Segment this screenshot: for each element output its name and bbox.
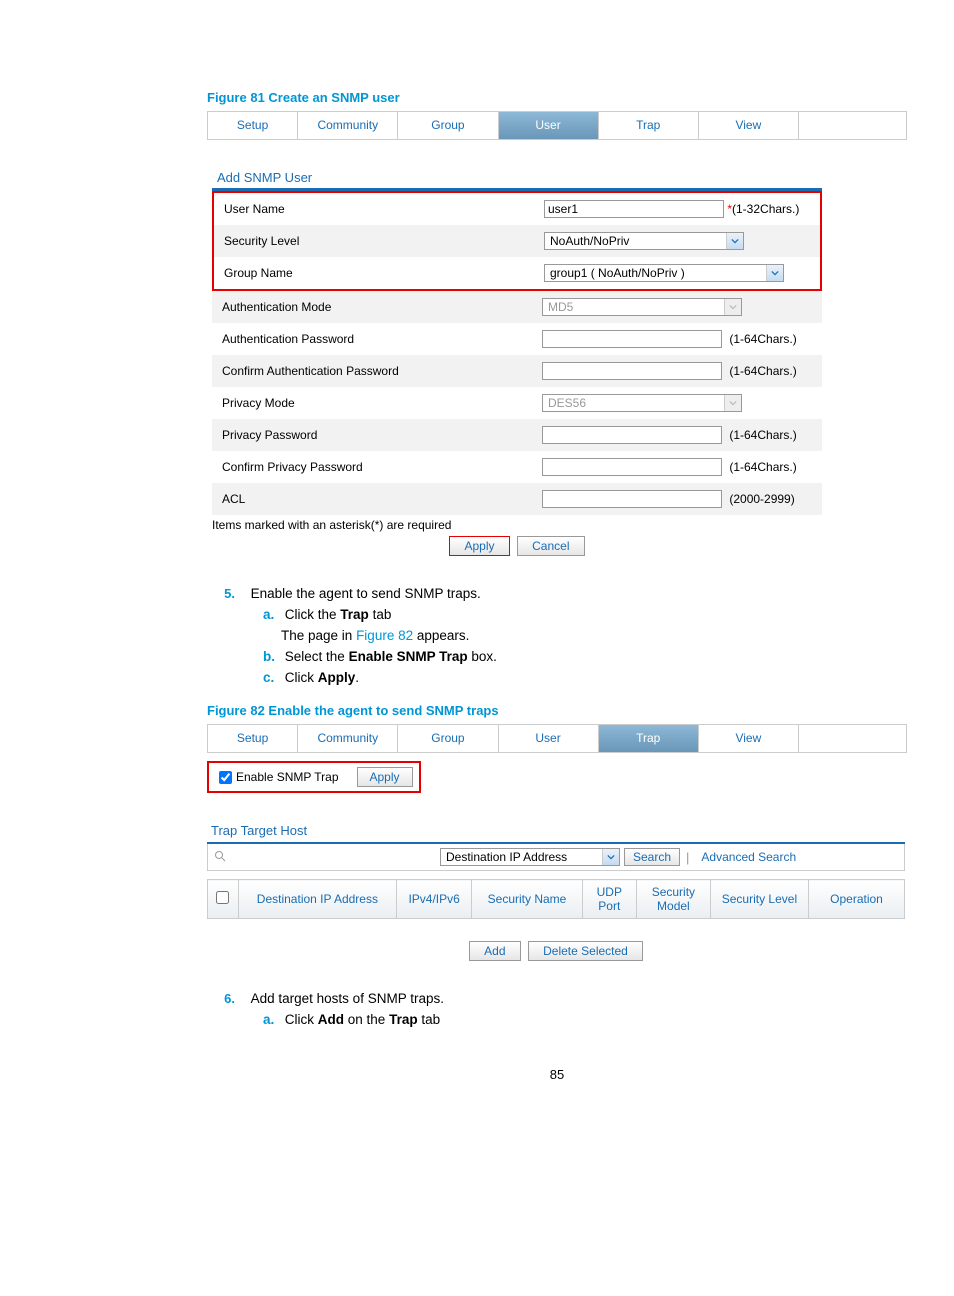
step6-number: 6. bbox=[207, 991, 235, 1006]
col-udp-port: UDP Port bbox=[582, 880, 636, 919]
step5a-text: Click the Trap tab bbox=[285, 607, 392, 622]
acl-hint: (2000-2999) bbox=[725, 492, 794, 506]
step5-number: 5. bbox=[207, 586, 235, 601]
security-level-select[interactable]: NoAuth/NoPriv bbox=[544, 232, 744, 250]
step5a-line2: The page in Figure 82 appears. bbox=[281, 628, 469, 643]
chevron-down-icon bbox=[726, 233, 743, 249]
figure81-caption: Figure 81 Create an SNMP user bbox=[207, 90, 907, 105]
acl-label: ACL bbox=[212, 483, 532, 515]
chevron-down-icon bbox=[724, 395, 741, 411]
tab-trap[interactable]: Trap bbox=[599, 725, 699, 752]
enable-snmp-trap-label: Enable SNMP Trap bbox=[236, 770, 339, 784]
trap-target-table: Destination IP AddressIPv4/IPv6Security … bbox=[207, 879, 905, 919]
snmp-tabs-2: SetupCommunityGroupUserTrapView bbox=[207, 724, 907, 753]
auth-password-input[interactable] bbox=[542, 330, 722, 348]
tab-community[interactable]: Community bbox=[298, 112, 398, 139]
search-row: Destination IP Address Search | Advanced… bbox=[207, 844, 905, 871]
required-note: Items marked with an asterisk(*) are req… bbox=[212, 518, 907, 532]
privacy-password-hint: (1-64Chars.) bbox=[725, 428, 796, 442]
tab-user[interactable]: User bbox=[499, 112, 599, 139]
trap-target-host-title: Trap Target Host bbox=[211, 823, 907, 838]
search-icon bbox=[208, 850, 230, 865]
step5b-text: Select the Enable SNMP Trap box. bbox=[285, 649, 497, 664]
confirm-privacy-password-hint: (1-64Chars.) bbox=[725, 460, 796, 474]
auth-mode-label: Authentication Mode bbox=[212, 291, 532, 323]
cancel-button[interactable]: Cancel bbox=[517, 536, 584, 556]
privacy-mode-select: DES56 bbox=[542, 394, 742, 412]
chevron-down-icon bbox=[724, 299, 741, 315]
confirm-privacy-password-input[interactable] bbox=[542, 458, 722, 476]
page-number: 85 bbox=[207, 1067, 907, 1082]
step6a-letter: a. bbox=[263, 1012, 281, 1027]
user-name-hint: (1-32Chars.) bbox=[732, 202, 799, 216]
col-operation: Operation bbox=[809, 880, 905, 919]
security-level-label: Security Level bbox=[214, 225, 534, 257]
privacy-password-label: Privacy Password bbox=[212, 419, 532, 451]
confirm-auth-password-input[interactable] bbox=[542, 362, 722, 380]
auth-password-label: Authentication Password bbox=[212, 323, 532, 355]
user-name-input[interactable] bbox=[544, 200, 724, 218]
search-button[interactable]: Search bbox=[624, 848, 680, 866]
step5a-letter: a. bbox=[263, 607, 281, 622]
chevron-down-icon bbox=[766, 265, 783, 281]
select-all-header[interactable] bbox=[208, 880, 239, 919]
snmp-tabs-1: SetupCommunityGroupUserTrapView bbox=[207, 111, 907, 140]
group-name-select[interactable]: group1 ( NoAuth/NoPriv ) bbox=[544, 264, 784, 282]
acl-input[interactable] bbox=[542, 490, 722, 508]
tab-setup[interactable]: Setup bbox=[208, 725, 298, 752]
privacy-mode-label: Privacy Mode bbox=[212, 387, 532, 419]
tab-trap[interactable]: Trap bbox=[599, 112, 699, 139]
tab-view[interactable]: View bbox=[699, 112, 799, 139]
group-name-label: Group Name bbox=[214, 257, 534, 289]
col-destination-ip-address: Destination IP Address bbox=[238, 880, 396, 919]
select-all-checkbox[interactable] bbox=[216, 891, 229, 904]
col-security-level: Security Level bbox=[710, 880, 808, 919]
delete-selected-button[interactable]: Delete Selected bbox=[528, 941, 643, 961]
privacy-password-input[interactable] bbox=[542, 426, 722, 444]
step5c-letter: c. bbox=[263, 670, 281, 685]
tab-group[interactable]: Group bbox=[398, 725, 498, 752]
tab-community[interactable]: Community bbox=[298, 725, 398, 752]
add-snmp-user-title: Add SNMP User bbox=[217, 170, 907, 185]
figure82-caption: Figure 82 Enable the agent to send SNMP … bbox=[207, 703, 907, 718]
apply-trap-button[interactable]: Apply bbox=[357, 767, 413, 787]
step6a-text: Click Add on the Trap tab bbox=[285, 1012, 440, 1027]
tab-blank bbox=[799, 725, 906, 752]
tab-user[interactable]: User bbox=[499, 725, 599, 752]
auth-password-hint: (1-64Chars.) bbox=[725, 332, 796, 346]
col-security-name: Security Name bbox=[472, 880, 582, 919]
step5-text: Enable the agent to send SNMP traps. bbox=[251, 586, 481, 601]
add-button[interactable]: Add bbox=[469, 941, 520, 961]
confirm-auth-password-hint: (1-64Chars.) bbox=[725, 364, 796, 378]
col-ipv4-ipv6: IPv4/IPv6 bbox=[396, 880, 471, 919]
enable-snmp-trap-checkbox[interactable] bbox=[219, 771, 232, 784]
confirm-privacy-password-label: Confirm Privacy Password bbox=[212, 451, 532, 483]
step5b-letter: b. bbox=[263, 649, 281, 664]
auth-mode-select: MD5 bbox=[542, 298, 742, 316]
step5c-text: Click Apply. bbox=[285, 670, 359, 685]
tab-blank bbox=[799, 112, 906, 139]
step6-text: Add target hosts of SNMP traps. bbox=[251, 991, 444, 1006]
col-security-model: Security Model bbox=[636, 880, 710, 919]
tab-setup[interactable]: Setup bbox=[208, 112, 298, 139]
confirm-auth-password-label: Confirm Authentication Password bbox=[212, 355, 532, 387]
enable-snmp-trap-box: Enable SNMP Trap Apply bbox=[207, 761, 421, 793]
tab-view[interactable]: View bbox=[699, 725, 799, 752]
advanced-search-link[interactable]: Advanced Search bbox=[701, 850, 796, 864]
apply-button[interactable]: Apply bbox=[449, 536, 509, 556]
search-field-select[interactable]: Destination IP Address bbox=[440, 848, 620, 866]
user-name-label: User Name bbox=[214, 193, 534, 225]
chevron-down-icon bbox=[602, 849, 619, 865]
tab-group[interactable]: Group bbox=[398, 112, 498, 139]
